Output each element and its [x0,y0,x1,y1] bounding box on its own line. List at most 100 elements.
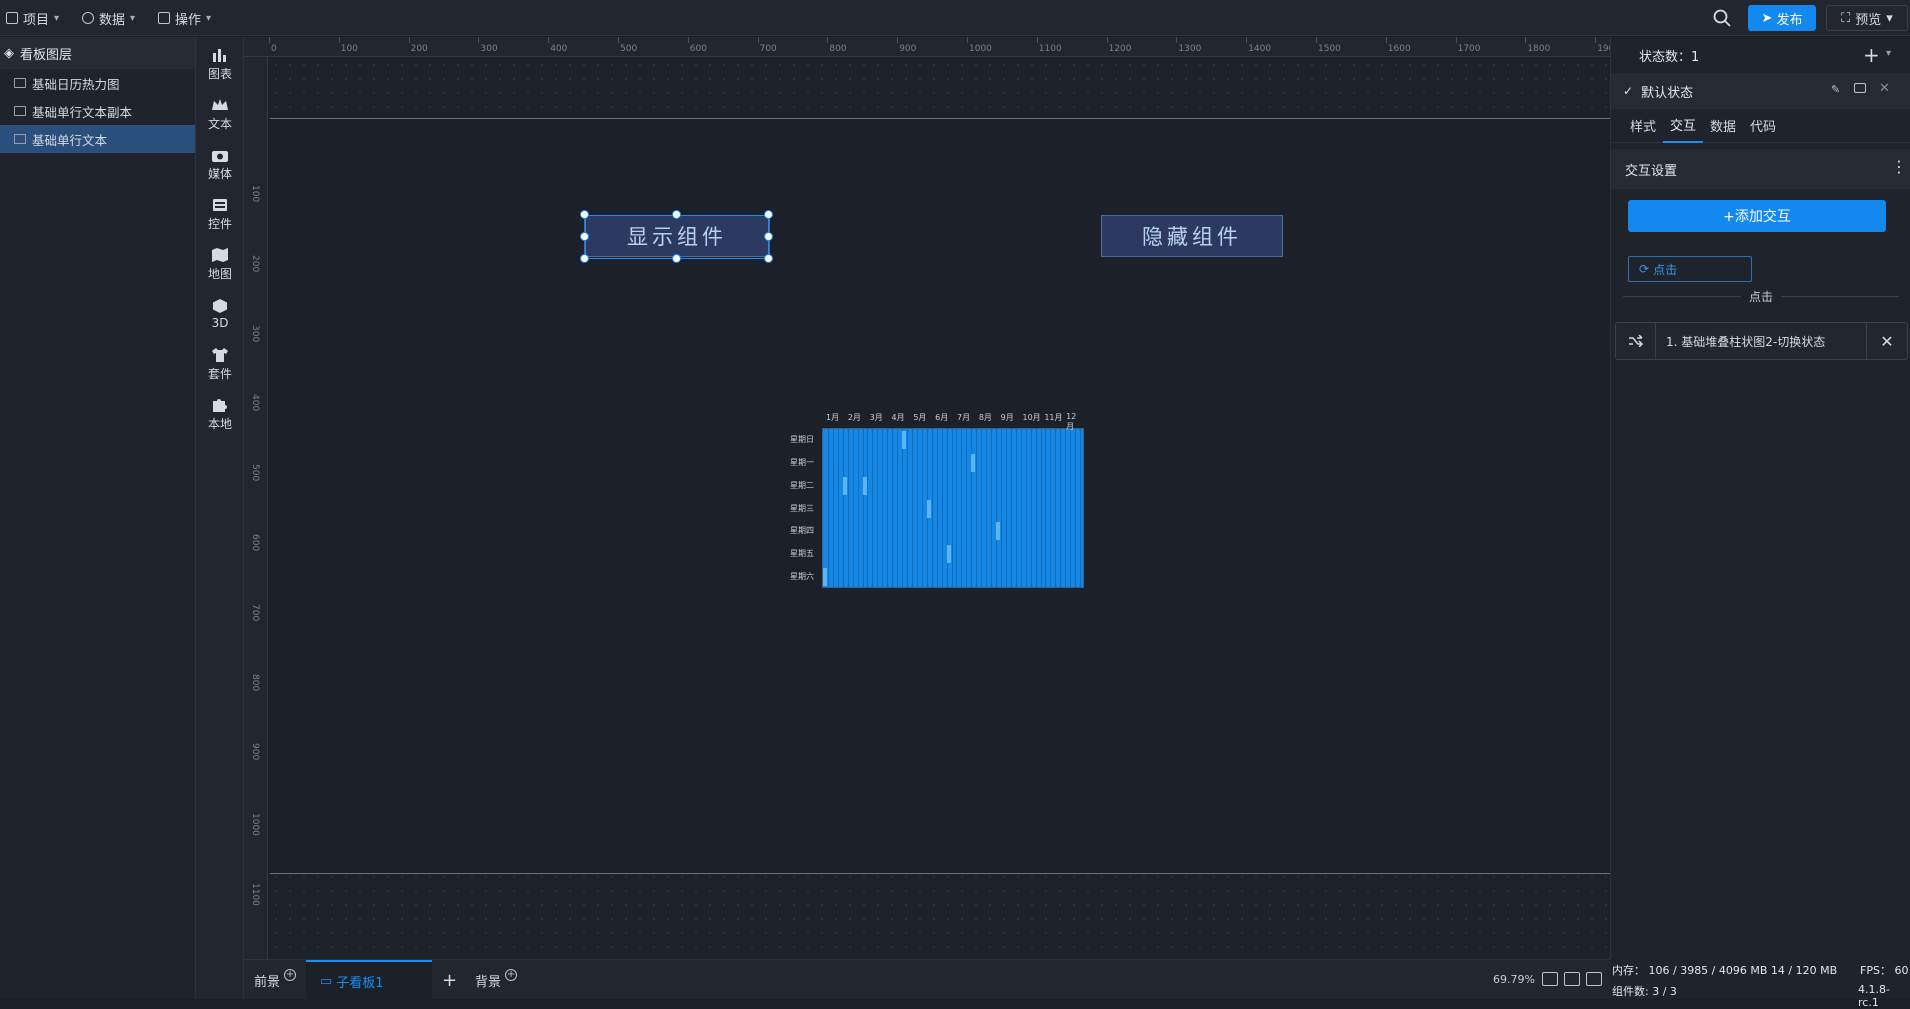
selection-box[interactable] [585,215,769,259]
resize-handle-nw[interactable] [580,210,589,219]
resize-handle-e[interactable] [764,232,773,241]
default-state-row[interactable]: ✓ 默认状态 ✎ ✕ [1611,73,1910,109]
ruler-top-tick-label: 700 [759,44,777,54]
heatmap-week-line [1060,429,1062,587]
tool-text[interactable]: 文本 [196,89,244,139]
add-circle-icon[interactable]: + [284,969,297,981]
memory-status: 内存： 106 / 3985 / 4096 MB 14 / 120 MB [1612,964,1838,977]
remove-action-icon[interactable]: ✕ [1867,323,1907,359]
resize-handle-sw[interactable] [580,254,589,263]
shuffle-icon[interactable] [1616,323,1656,359]
terminal-icon[interactable] [1586,972,1602,986]
layer-item-text[interactable]: 基础单行文本 [0,125,195,153]
heatmap-week-line [827,429,829,587]
heatmap-week-line [1080,429,1082,587]
ruler-top-tick-label: 1400 [1248,44,1272,54]
add-circle-icon[interactable]: + [505,969,518,981]
zoom-level[interactable]: 69.79% [1493,973,1535,986]
heatmap-cell [862,476,867,495]
edit-icon[interactable]: ✎ [1831,83,1840,96]
chevron-down-icon: ▾ [206,12,212,24]
ruler-top-tick-label: 400 [550,44,568,54]
menu-project[interactable]: 项目 ▾ [6,0,59,36]
heatmap-week-line [1055,429,1057,587]
tab-style[interactable]: 样式 [1623,109,1663,143]
ruler-left-tick-label: 100 [250,185,260,203]
publish-button[interactable]: ➤ 发布 [1748,5,1816,31]
heatmap-week-line [847,429,849,587]
layer-item-heatmap[interactable]: 基础日历热力图 [0,69,195,97]
resize-handle-se[interactable] [764,254,773,263]
ruler-top-tick [269,37,270,43]
search-icon[interactable] [1712,8,1732,28]
ruler-top: 0 100 200 300 400 500 600 700 800 900 1000 1100 1200… [244,37,1610,57]
ruler-top-tick [338,37,340,43]
heatmap-week-line [946,429,948,587]
add-state-icon[interactable]: + [1863,43,1880,67]
tab-interaction[interactable]: 交互 [1663,109,1704,143]
tool-chart[interactable]: 图表 [196,39,244,89]
canvas-area[interactable]: 0 100 200 300 400 500 600 700 800 900 1000 1100 1200… [244,37,1610,959]
hide-component-button[interactable]: 隐藏组件 [1101,215,1283,257]
trigger-click-tag[interactable]: ⟳ 点击 [1628,256,1752,282]
tool-3d[interactable]: 3D [196,289,244,339]
preview-button[interactable]: ⛶ 预览 ▾ [1826,5,1908,31]
tab-code[interactable]: 代码 [1743,109,1783,143]
camera-icon [212,150,228,162]
status-bar: 内存： 106 / 3985 / 4096 MB 14 / 120 MB FPS… [1610,959,1910,1009]
tool-media[interactable]: 媒体 [196,139,244,189]
ruler-top-tick-label: 500 [620,44,638,54]
resize-handle-s[interactable] [672,254,681,263]
tool-control[interactable]: 控件 [196,189,244,239]
menu-operation[interactable]: 操作 ▾ [158,0,211,36]
add-tab-button[interactable]: + [442,960,457,1000]
ruler-top-tick-label: 800 [829,44,847,54]
resize-handle-w[interactable] [580,232,589,241]
map-icon [212,247,228,262]
board-icon: ▭ [320,973,333,989]
heatmap-week-line [857,429,859,587]
tab-data[interactable]: 数据 [1703,109,1743,143]
interaction-action-row[interactable]: 1. 基础堆叠柱状图2-切换状态 ✕ [1615,322,1908,360]
fit-screen-icon[interactable] [1542,972,1558,986]
heatmap-week-line [961,429,963,587]
calendar-heatmap[interactable]: 1月 2月 3月 4月 5月 6月 7月 8月 9月 10月 11月 12月 星期日 星期一 星期二 星期三星… [788,412,1084,588]
tab-foreground[interactable]: 前景 + [254,960,297,1000]
heatmap-week-line [996,429,998,587]
tab-background[interactable]: 背景 + [475,960,518,1000]
heatmap-cell [823,568,827,587]
tool-local[interactable]: 本地 [196,389,244,439]
chevron-down-icon[interactable]: ▾ [1886,48,1891,59]
tool-kit[interactable]: 套件 [196,339,244,389]
ruler-left-tick-label: 900 [250,743,260,761]
resize-handle-n[interactable] [672,210,681,219]
top-bar: 项目 ▾ 数据 ▾ 操作 ▾ ➤ 发布 ⛶ 预览 ▾ [0,0,1910,36]
add-interaction-button[interactable]: +添加交互 [1628,200,1886,232]
keyboard-icon[interactable] [1564,972,1580,986]
action-label[interactable]: 1. 基础堆叠柱状图2-切换状态 [1656,323,1867,359]
layers-panel-title: ◈ 看板图层 [0,37,195,69]
resize-handle-ne[interactable] [764,210,773,219]
ruler-top-tick-label: 1600 [1387,44,1411,54]
ruler-top-tick [1455,37,1457,43]
layer-item-text-copy[interactable]: 基础单行文本副本 [0,97,195,125]
menu-data[interactable]: 数据 ▾ [82,0,135,36]
tab-sub-board[interactable]: ▭ 子看板1 [306,960,432,1000]
chevron-down-icon: ▾ [54,12,60,24]
heatmap-week-line [862,429,864,587]
ruler-top-tick [1246,37,1248,43]
copy-icon[interactable] [1854,83,1866,93]
close-icon[interactable]: ✕ [1879,81,1890,96]
ruler-top-tick [1525,37,1527,43]
section-divider: 点击 [1615,287,1907,305]
heatmap-week-line [951,429,953,587]
heatmap-day-label: 星期六 [790,572,814,582]
grid-icon [158,12,170,24]
heatmap-cell [902,431,907,449]
version-label: 4.1.8-rc.1 [1858,983,1890,1009]
ruler-top-tick-label: 1000 [969,44,992,54]
ruler-left-tick-label: 500 [250,464,260,482]
ruler-top-tick-label: 200 [410,44,428,54]
tool-map[interactable]: 地图 [196,239,244,289]
more-vertical-icon[interactable]: ⋮ [1891,159,1907,175]
